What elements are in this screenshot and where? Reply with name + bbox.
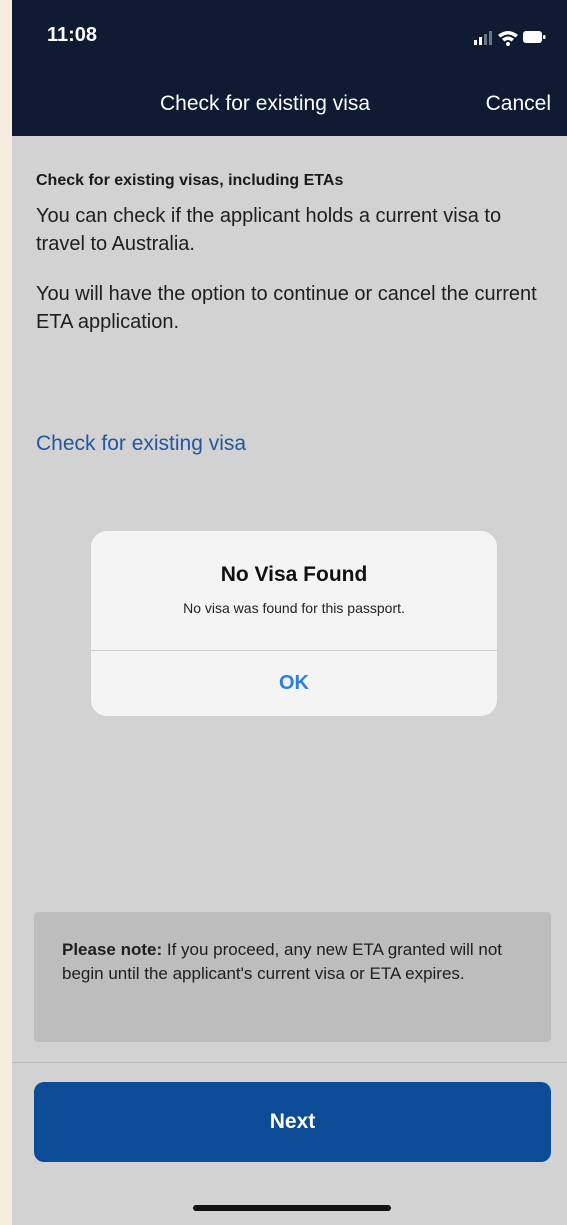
cancel-button[interactable]: Cancel [486,92,551,116]
signal-icon [474,31,492,45]
option-paragraph: You will have the option to continue or … [36,283,537,333]
status-bar: 11:08 [12,0,567,82]
dialog-title: No Visa Found [220,563,368,586]
section-heading: Check for existing visas, including ETAs [36,172,344,189]
nav-title: Check for existing visa [160,92,371,115]
main-content: Check for existing visas, including ETAs… [36,172,551,358]
nav-bar: Check for existing visa Cancel [12,82,567,136]
note-label: Please note: [62,940,163,959]
dialog-message: No visa was found for this passport. [183,600,405,616]
battery-icon [523,31,546,43]
phone-screen: 11:08 Check for existing visa Cancel Che… [12,0,567,1225]
intro-paragraph: You can check if the applicant holds a c… [36,205,502,255]
check-existing-visa-link[interactable]: Check for existing visa [36,432,246,456]
note-text: Please note: If you proceed, any new ETA… [62,938,532,986]
no-visa-dialog: No Visa Found No visa was found for this… [91,531,497,716]
note-box: Please note: If you proceed, any new ETA… [34,912,551,1042]
footer-divider [12,1062,567,1063]
status-time: 11:08 [47,24,98,46]
status-icons [474,31,546,46]
next-button[interactable]: Next [34,1082,551,1162]
wifi-icon [498,31,518,46]
ok-button[interactable]: OK [91,651,497,716]
home-indicator[interactable] [193,1205,391,1211]
